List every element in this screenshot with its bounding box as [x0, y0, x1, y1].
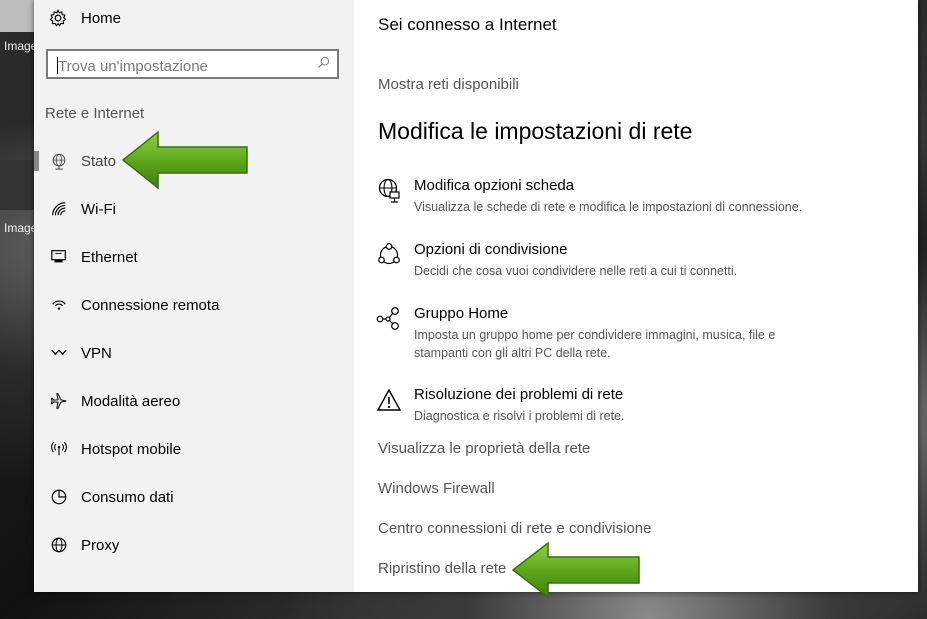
sidebar-item-wifi[interactable]: Wi-Fi [34, 189, 354, 229]
data-usage-icon [49, 487, 69, 507]
adapter-globe-icon [376, 177, 402, 205]
green-arrow-annotation [121, 130, 248, 190]
sidebar-item-label: Wi-Fi [81, 200, 116, 218]
hotspot-icon [49, 439, 69, 459]
option-description: Imposta un gruppo home per condividere i… [414, 328, 776, 360]
warning-icon [376, 386, 402, 414]
gear-icon [48, 8, 68, 28]
desktop-icon-label[interactable]: Image [4, 221, 37, 235]
option-title: Gruppo Home [414, 305, 509, 322]
option-description: Decidi che cosa vuoi condividere nelle r… [414, 264, 738, 278]
windows-firewall-link[interactable]: Windows Firewall [378, 480, 495, 497]
desktop-icon-label[interactable]: Image [4, 39, 37, 53]
sidebar-item-proxy[interactable]: Proxy [34, 525, 354, 565]
option-description: Visualizza le schede di rete e modifica … [414, 200, 803, 214]
green-arrow-annotation [511, 541, 640, 599]
sidebar-item-label: Stato [81, 152, 117, 170]
sidebar-item-label: Consumo dati [81, 488, 174, 506]
sidebar-item-vpn[interactable]: VPN [34, 333, 354, 373]
main-content: Sei connesso a Internet Mostra reti disp… [354, 0, 918, 592]
show-networks-link[interactable]: Mostra reti disponibili [378, 76, 519, 93]
sidebar-item-label: Modalità aereo [81, 392, 181, 410]
option-troubleshoot[interactable]: Risoluzione dei problemi di rete Diagnos… [376, 386, 896, 426]
homegroup-icon [376, 305, 402, 333]
airplane-icon [49, 391, 69, 411]
search-icon[interactable] [317, 56, 330, 72]
network-reset-link[interactable]: Ripristino della rete [378, 560, 506, 577]
globe-icon [49, 151, 69, 171]
sidebar-item-ethernet[interactable]: Ethernet [34, 237, 354, 277]
sidebar-item-modalita-aereo[interactable]: Modalità aereo [34, 381, 354, 421]
home-label: Home [81, 9, 122, 27]
option-homegroup[interactable]: Gruppo Home Imposta un gruppo home per c… [376, 305, 896, 361]
desktop-thumbnail[interactable] [0, 0, 34, 32]
option-description: Diagnostica e risolvi i problemi di rete… [414, 409, 625, 423]
sidebar-item-label: Hotspot mobile [81, 440, 182, 458]
search-box[interactable] [46, 49, 339, 79]
home-button[interactable]: Home [48, 6, 121, 30]
option-title: Risoluzione dei problemi di rete [414, 386, 624, 403]
option-sharing[interactable]: Opzioni di condivisione Decidi che cosa … [376, 241, 896, 281]
sidebar-item-consumo-dati[interactable]: Consumo dati [34, 477, 354, 517]
sidebar-item-label: Connessione remota [81, 296, 220, 314]
section-heading: Modifica le impostazioni di rete [378, 118, 693, 144]
search-input[interactable] [56, 55, 315, 77]
dialup-icon [49, 295, 69, 315]
desktop-thumbnail[interactable] [0, 160, 34, 210]
option-title: Modifica opzioni scheda [414, 177, 575, 194]
settings-window: Home Rete e Internet Stato Wi-Fi [34, 0, 918, 592]
sharing-icon [376, 241, 402, 269]
network-properties-link[interactable]: Visualizza le proprietà della rete [378, 440, 590, 457]
option-adapter[interactable]: Modifica opzioni scheda Visualizza le sc… [376, 177, 896, 217]
network-sharing-center-link[interactable]: Centro connessioni di rete e condivision… [378, 520, 652, 537]
vpn-icon [49, 343, 69, 363]
sidebar-item-label: Ethernet [81, 248, 138, 266]
sidebar-item-hotspot-mobile[interactable]: Hotspot mobile [34, 429, 354, 469]
option-title: Opzioni di condivisione [414, 241, 568, 258]
sidebar-item-label: VPN [81, 344, 112, 362]
connection-status: Sei connesso a Internet [378, 15, 557, 34]
sidebar-item-label: Proxy [81, 536, 120, 554]
wifi-icon [49, 199, 69, 219]
section-title: Rete e Internet [45, 105, 145, 122]
sidebar: Home Rete e Internet Stato Wi-Fi [34, 0, 354, 592]
sidebar-item-connessione-remota[interactable]: Connessione remota [34, 285, 354, 325]
ethernet-icon [49, 247, 69, 267]
globe-icon [49, 535, 69, 555]
